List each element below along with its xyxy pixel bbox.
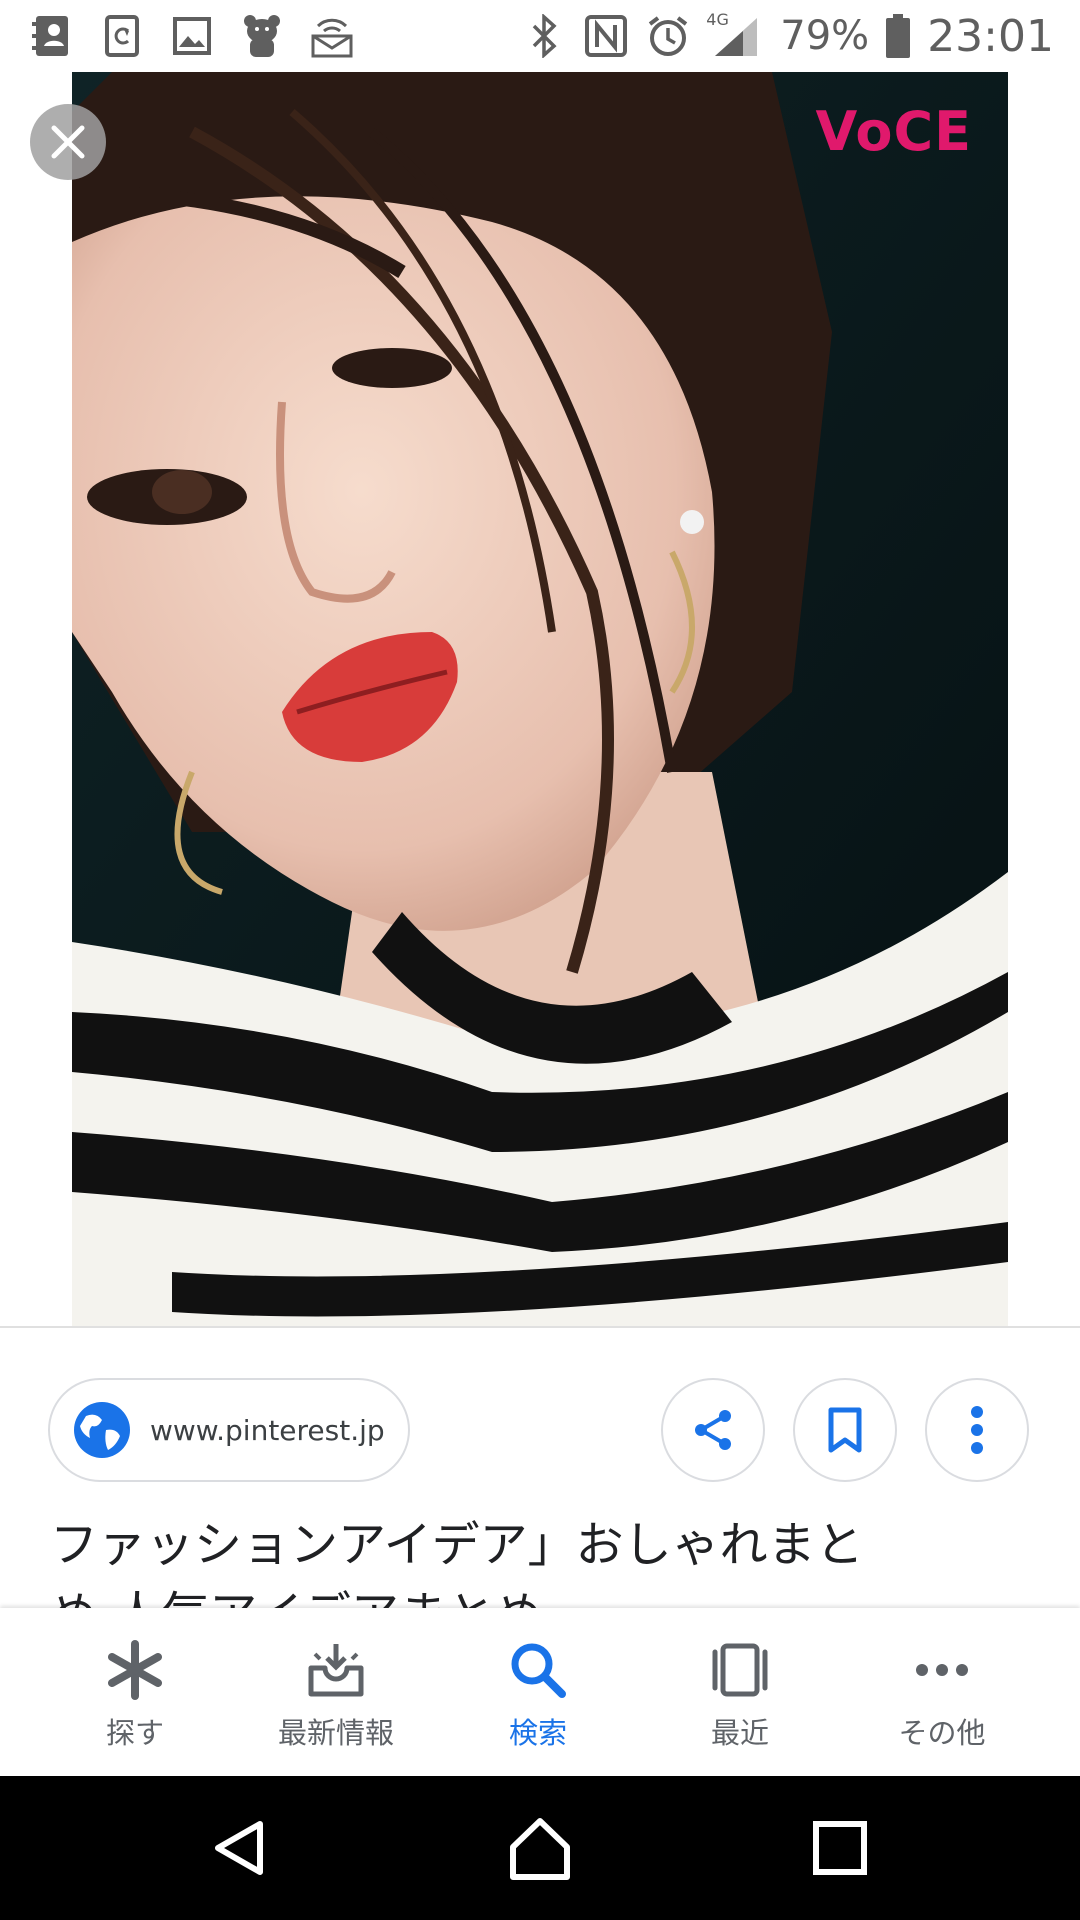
nav-more[interactable]: その他 [842, 1608, 1042, 1776]
inbox-icon [304, 1638, 368, 1702]
back-triangle-icon [215, 1821, 263, 1875]
home-button[interactable] [500, 1808, 580, 1888]
nav-label-recent: 最近 [710, 1716, 769, 1750]
share-icon [695, 1410, 731, 1450]
wifi-mail-icon [308, 12, 356, 60]
globe-icon [74, 1402, 130, 1458]
bluetooth-icon [520, 12, 568, 60]
image-caption[interactable]: ファッションアイデア」おしゃれまと め 人気アイデアまとめ [50, 1510, 1030, 1608]
contacts-icon [28, 12, 76, 60]
asterisk-icon [103, 1638, 167, 1702]
system-navigation-bar [0, 1776, 1080, 1920]
close-button[interactable] [30, 104, 106, 180]
overview-button[interactable] [800, 1808, 880, 1888]
search-icon [506, 1638, 570, 1702]
bookmark-icon [828, 1407, 862, 1453]
nav-label-updates: 最新情報 [277, 1716, 394, 1750]
battery-percent: 79% [780, 13, 870, 59]
bottom-navigation: 探す 最新情報 検索 最近 その他 [0, 1608, 1080, 1776]
more-horiz-icon [910, 1638, 974, 1702]
bear-app-icon [238, 12, 286, 60]
gallery-icon [168, 12, 216, 60]
source-link-button[interactable]: www.pinterest.jp [48, 1378, 410, 1482]
home-icon [510, 1818, 570, 1880]
nav-recent[interactable]: 最近 [640, 1608, 840, 1776]
notification-icons [28, 12, 356, 60]
portrait-photo[interactable]: VoCE [72, 72, 1008, 1327]
clock: 23:01 [927, 10, 1054, 62]
image-viewer: VoCE [0, 72, 1080, 1327]
system-status: 4G 79% 23:01 [520, 10, 1054, 62]
more-options-button[interactable] [925, 1378, 1029, 1482]
back-button[interactable] [200, 1808, 280, 1888]
nav-label-more: その他 [898, 1716, 986, 1750]
recent-icon [708, 1638, 772, 1702]
caption-line-2: め 人気アイデアまとめ [50, 1580, 1030, 1608]
close-icon [51, 125, 85, 159]
alarm-icon [644, 12, 692, 60]
battery-icon [883, 12, 913, 60]
sync-document-icon [98, 12, 146, 60]
network-type-label: 4G [706, 10, 729, 29]
nav-label-search: 検索 [508, 1716, 567, 1750]
share-button[interactable] [661, 1378, 765, 1482]
more-vert-icon [971, 1406, 983, 1454]
signal-4g-icon: 4G [706, 10, 766, 60]
caption-line-1: ファッションアイデア」おしゃれまと [50, 1517, 864, 1573]
voce-logo: VoCE [815, 100, 972, 163]
bookmark-button[interactable] [793, 1378, 897, 1482]
source-domain: www.pinterest.jp [150, 1413, 385, 1447]
nfc-icon [582, 12, 630, 60]
status-bar: 4G 79% 23:01 [0, 0, 1080, 72]
divider [0, 1326, 1080, 1328]
nav-label-discover: 探す [105, 1716, 164, 1750]
portrait-illustration [72, 72, 1008, 1327]
overview-square-icon [813, 1821, 867, 1875]
nav-discover[interactable]: 探す [35, 1608, 235, 1776]
nav-updates[interactable]: 最新情報 [236, 1608, 436, 1776]
nav-search[interactable]: 検索 [438, 1608, 638, 1776]
